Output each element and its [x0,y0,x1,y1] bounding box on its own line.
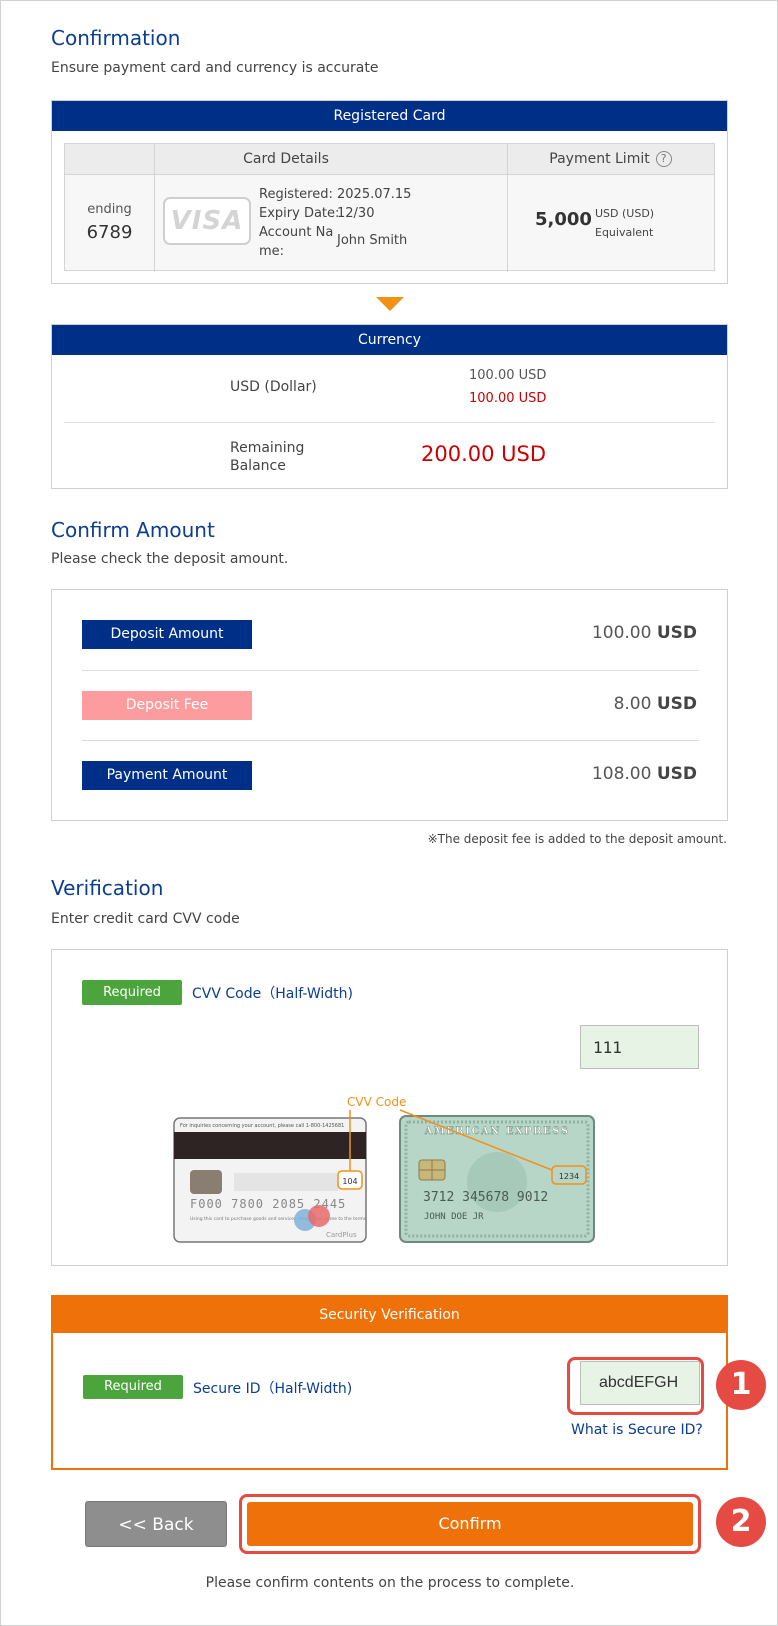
arrow-down-icon [376,297,404,311]
divider [507,144,508,272]
deposit-fee-label: Deposit Fee [82,691,252,720]
card-back-brand: CardPlus [326,1231,357,1239]
verification-subtitle: Enter credit card CVV code [51,911,240,927]
divider [64,422,715,423]
currency-band: Currency [52,325,727,355]
card-meta-labels: Registered: Expiry Date: Account Na me: [259,185,339,261]
confirm-amount-title: Confirm Amount [51,518,215,542]
deposit-amount-label: Deposit Amount [82,620,252,649]
account-label: Account Na [259,225,334,240]
deposit-amount-unit: USD [656,623,697,643]
deposit-amount-value: 100.00 [591,623,652,643]
payment-limit-label: Payment Limit [549,151,650,167]
amex-holder: JOHN DOE JR [424,1212,484,1222]
currency-value: 100.00 USD [469,368,547,383]
registered-card-band: Registered Card [52,101,727,131]
currency-value-converted: 100.00 USD [469,391,547,406]
step-1-badge: 1 [716,1360,766,1410]
card-back-cvv: 104 [342,1177,357,1186]
deposit-fee-value-block: 8.00 USD [614,694,697,714]
payment-amount-value-block: 108.00 USD [592,764,697,784]
remaining-label-line1: Remaining [230,440,305,456]
payment-limit-amount: 5,000 [535,209,592,230]
payment-limit-currency: USD (USD) [595,207,655,220]
card-back-image: For inquiries concerning your account, p… [173,1117,367,1243]
payment-amount-unit: USD [656,764,697,784]
remaining-balance-value: 200.00 USD [421,442,547,466]
remaining-label-line2: Balance [230,458,286,474]
currency-panel: Currency USD (Dollar) 100.00 USD 100.00 … [51,324,728,489]
cvv-field-label: CVV Code（Half-Width) [192,986,353,1002]
deposit-fee-unit: USD [656,694,697,714]
footer-note: Please confirm contents on the process t… [205,1575,575,1591]
cvv-panel: Required CVV Code（Half-Width) For inquir… [51,949,728,1266]
card-details-header: Card Details [65,144,507,175]
divider [82,670,699,671]
required-badge: Required [83,1375,183,1399]
required-badge: Required [82,980,182,1005]
registered-value: 2025.07.15 [337,187,412,202]
expiry-value: 12/30 [337,206,375,221]
card-ending-label: ending [87,202,132,217]
security-band: Security Verification [53,1297,726,1333]
cvv-input[interactable] [580,1025,699,1069]
verification-title: Verification [51,876,164,900]
back-button[interactable]: << Back [85,1501,227,1547]
card-meta-values: 2025.07.15 12/30 John Smith [337,185,411,250]
secure-id-field-label: Secure ID（Half-Width) [193,1381,353,1397]
confirm-amount-subtitle: Please check the deposit amount. [51,551,289,567]
confirm-button[interactable]: Confirm [247,1502,693,1546]
account-label-cont: me: [259,244,285,259]
payment-limit-currency-block: USD (USD) Equivalent [595,204,654,242]
divider [82,740,699,741]
currency-row-label: USD (Dollar) [230,379,317,395]
confirmation-subtitle: Ensure payment card and currency is accu… [51,60,379,76]
expiry-label: Expiry Date: [259,206,340,221]
deposit-fee-note: ※The deposit fee is added to the deposit… [427,832,727,846]
payment-amount-value: 108.00 [591,764,652,784]
amex-card-image: AMERICAN EXPRESS 1234 3712 345678 9012 J… [399,1115,595,1243]
registered-card-panel: Registered Card Card Details Payment Lim… [51,100,728,284]
card-back-header: For inquiries concerning your account, p… [180,1123,344,1129]
visa-logo-icon: VISA [163,197,251,245]
help-icon[interactable]: ? [655,151,672,167]
deposit-fee-value: 8.00 [613,694,652,714]
account-value: John Smith [337,233,408,248]
page-frame: Confirmation Ensure payment card and cur… [0,0,778,1626]
cvv-location-illustration: For inquiries concerning your account, p… [173,1095,595,1243]
registered-label: Registered: [259,187,333,202]
amount-panel: Deposit Amount 100.00 USD Deposit Fee 8.… [51,589,728,821]
remaining-balance-label: Remaining Balance [230,439,304,475]
payment-limit-header: Payment Limit? [507,144,714,175]
amex-cvv: 1234 [559,1172,579,1181]
card-back-fine-print: Using this card to purchase goods and se… [190,1216,367,1222]
card-details-table: Card Details Payment Limit? ending 6789 … [64,143,715,272]
payment-limit-equivalent: Equivalent [595,226,654,239]
payment-amount-label: Payment Amount [82,761,252,790]
card-ending-digits: 6789 [86,222,133,243]
confirmation-title: Confirmation [51,26,181,50]
step-2-badge: 2 [716,1497,766,1547]
divider [154,144,155,272]
cvv-callout-label: CVV Code [347,1095,406,1109]
deposit-amount-value-block: 100.00 USD [592,623,697,643]
what-is-secure-id-link[interactable]: What is Secure ID? [571,1422,703,1438]
amex-number: 3712 345678 9012 [423,1190,548,1205]
secure-id-highlight [567,1357,704,1415]
